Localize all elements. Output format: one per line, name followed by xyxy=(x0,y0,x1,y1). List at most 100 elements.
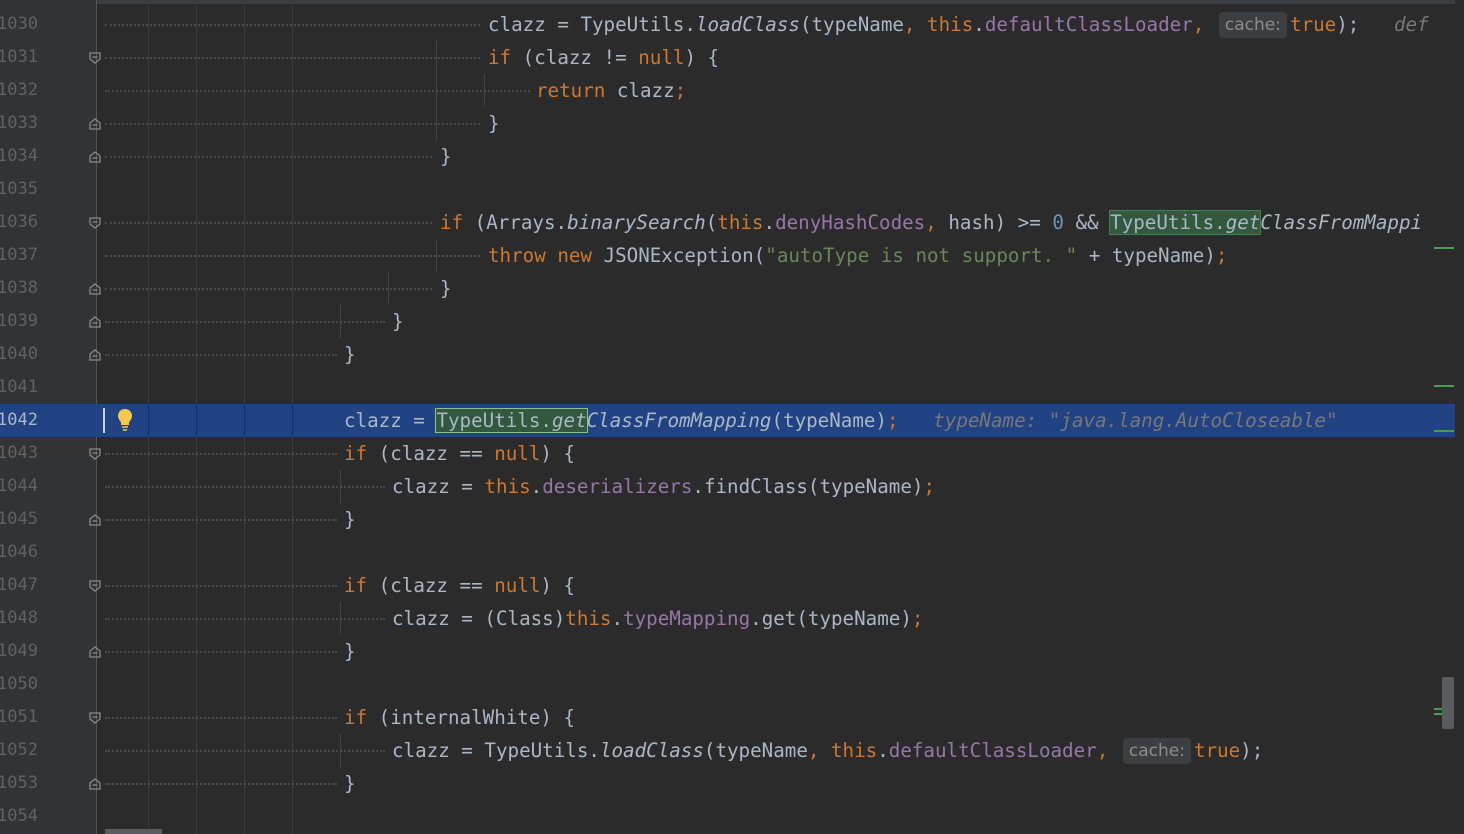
fold-collapse-icon[interactable] xyxy=(88,447,102,461)
operator: != xyxy=(603,46,627,69)
line-number: 1053 xyxy=(0,773,38,793)
usage-marker[interactable] xyxy=(1434,385,1454,387)
usage-marker[interactable] xyxy=(1434,430,1454,432)
code-text[interactable]: if (clazz == null) { xyxy=(344,569,575,602)
code-line[interactable]: 1036 if (Arrays.binarySearch(this.denyHa… xyxy=(0,206,1455,239)
argument: (typeName) xyxy=(771,409,887,432)
code-line[interactable]: 1052 clazz = TypeUtils.loadClass(typeNam… xyxy=(0,734,1455,767)
indent-guide xyxy=(436,74,437,107)
fold-collapse-icon[interactable] xyxy=(88,216,102,230)
code-line[interactable]: 1041 xyxy=(0,371,1455,404)
usage-highlight: TypeUtils.get xyxy=(1109,210,1262,235)
fold-collapse-icon[interactable] xyxy=(88,579,102,593)
fold-collapse-icon[interactable] xyxy=(88,711,102,725)
code-line[interactable]: 1043 if (clazz == null) { xyxy=(0,437,1455,470)
code-text[interactable]: } xyxy=(488,107,500,140)
code-line[interactable]: 1048 clazz = (Class)this.typeMapping.get… xyxy=(0,602,1455,635)
code-text[interactable]: clazz = TypeUtils.loadClass(typeName, th… xyxy=(488,8,1429,41)
code-line[interactable]: 1050 xyxy=(0,668,1455,701)
code-text[interactable]: } xyxy=(440,140,452,173)
whitespace-dots xyxy=(105,24,480,28)
code-text[interactable]: } xyxy=(344,503,356,536)
code-line[interactable]: 1051 if (internalWhite) { xyxy=(0,701,1455,734)
code-text[interactable]: if (clazz == null) { xyxy=(344,437,575,470)
comma: , xyxy=(1192,13,1205,36)
identifier: clazz xyxy=(616,79,675,102)
code-line[interactable]: 1033 } xyxy=(0,107,1455,140)
fold-end-icon[interactable] xyxy=(88,513,102,527)
code-text[interactable]: clazz = this.deserializers.findClass(typ… xyxy=(392,470,935,503)
fold-end-icon[interactable] xyxy=(88,282,102,296)
whitespace-dots xyxy=(105,618,385,622)
semicolon: ; xyxy=(674,79,687,102)
fold-end-icon[interactable] xyxy=(88,315,102,329)
assignment: clazz = TypeUtils. xyxy=(392,739,600,762)
code-line[interactable]: 1031 if (clazz != null) { xyxy=(0,41,1455,74)
code-line[interactable]: 1038 } xyxy=(0,272,1455,305)
closing-brace: } xyxy=(344,640,356,663)
static-method: ClassFromMappi xyxy=(1260,211,1423,234)
code-text[interactable]: } xyxy=(440,272,452,305)
code-line[interactable]: 1040 } xyxy=(0,338,1455,371)
keyword-this: this xyxy=(831,739,878,762)
indent-guide xyxy=(196,404,197,437)
line-number: 1034 xyxy=(0,146,38,166)
code-line[interactable]: 1032 return clazz; xyxy=(0,74,1455,107)
fold-end-icon[interactable] xyxy=(88,150,102,164)
code-line[interactable]: 1044 clazz = this.deserializers.findClas… xyxy=(0,470,1455,503)
line-number: 1040 xyxy=(0,344,38,364)
line-number: 1051 xyxy=(0,707,38,727)
code-text[interactable]: clazz = TypeUtils.loadClass(typeName, th… xyxy=(392,734,1263,767)
code-line[interactable]: 1037 throw new JSONException("autoType i… xyxy=(0,239,1455,272)
code-text[interactable]: if (Arrays.binarySearch(this.denyHashCod… xyxy=(440,206,1422,239)
code-text[interactable]: throw new JSONException("autoType is not… xyxy=(488,239,1227,272)
code-line[interactable]: 1049 } xyxy=(0,635,1455,668)
code-line[interactable]: 1045 } xyxy=(0,503,1455,536)
code-line[interactable]: 1034 } xyxy=(0,140,1455,173)
expression: (internalWhite) { xyxy=(378,706,576,729)
static-method: loadClass xyxy=(695,13,800,36)
code-text[interactable]: if (clazz != null) { xyxy=(488,41,719,74)
code-line[interactable]: 1046 xyxy=(0,536,1455,569)
usage-marker[interactable] xyxy=(1434,247,1454,249)
lightbulb-icon[interactable] xyxy=(115,407,135,433)
line-number: 1052 xyxy=(0,740,38,760)
closing-brace: } xyxy=(392,310,404,333)
whitespace-dots xyxy=(105,222,432,226)
fold-end-icon[interactable] xyxy=(88,645,102,659)
fold-end-icon[interactable] xyxy=(88,348,102,362)
debugger-inline-value: typeName: "java.lang.AutoCloseable" xyxy=(933,409,1338,432)
comma: , xyxy=(1096,739,1109,762)
whitespace-dots xyxy=(105,453,337,457)
parameter-hint: cache: xyxy=(1218,12,1287,38)
line-number: 1047 xyxy=(0,575,38,595)
scrollbar-thumb[interactable] xyxy=(1442,677,1454,729)
code-text[interactable]: } xyxy=(392,305,404,338)
code-text[interactable]: clazz = TypeUtils.getClassFromMapping(ty… xyxy=(344,404,1338,437)
code-line[interactable]: 1053 } xyxy=(0,767,1455,800)
code-text[interactable]: } xyxy=(344,767,356,800)
code-text[interactable]: if (internalWhite) { xyxy=(344,701,575,734)
current-execution-line[interactable]: 1042 clazz = TypeUtils.getClassFromMappi… xyxy=(0,404,1455,437)
class-ref: TypeUtils. xyxy=(436,409,552,432)
fold-collapse-icon[interactable] xyxy=(88,51,102,65)
code-text[interactable]: clazz = (Class)this.typeMapping.get(type… xyxy=(392,602,923,635)
keyword-this: this xyxy=(565,607,612,630)
code-text[interactable]: } xyxy=(344,338,356,371)
code-text[interactable]: } xyxy=(344,635,356,668)
code-line[interactable]: 1047 if (clazz == null) { xyxy=(0,569,1455,602)
code-line[interactable]: 1030 clazz = TypeUtils.loadClass(typeNam… xyxy=(0,8,1455,41)
whitespace-dots xyxy=(105,57,480,61)
fold-end-icon[interactable] xyxy=(88,777,102,791)
whitespace-dots xyxy=(105,750,385,754)
code-line[interactable]: 1039 } xyxy=(0,305,1455,338)
vertical-scrollbar[interactable] xyxy=(1455,0,1464,834)
code-line[interactable]: 1035 xyxy=(0,173,1455,206)
code-line[interactable]: 1054 xyxy=(0,800,1455,833)
code-editor[interactable]: 1030 clazz = TypeUtils.loadClass(typeNam… xyxy=(0,0,1464,834)
punctuation: ) { xyxy=(540,442,576,465)
horizontal-scrollbar-thumb[interactable] xyxy=(105,829,162,834)
code-text[interactable]: return clazz; xyxy=(536,74,686,107)
fold-end-icon[interactable] xyxy=(88,117,102,131)
line-number: 1043 xyxy=(0,443,38,463)
